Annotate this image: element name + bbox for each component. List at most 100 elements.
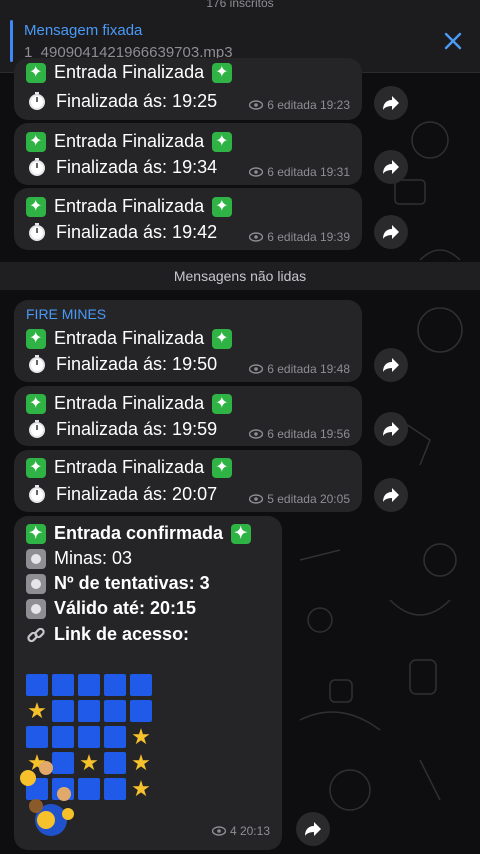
message-line-2: Finalizada ás: 19:50 (26, 353, 217, 375)
message-text: Entrada Finalizada (54, 328, 205, 348)
share-icon (383, 225, 399, 239)
message-bubble-confirmed[interactable]: Entrada confirmada Minas: 03 Nº de tenta… (14, 516, 282, 850)
mine-tile (104, 674, 126, 696)
share-icon (383, 160, 399, 174)
message-bubble[interactable]: Entrada Finalizada Finalizada ás: 20:07 … (14, 450, 362, 512)
forward-button[interactable] (374, 150, 408, 184)
message-meta: 6 editada 19:23 (249, 98, 350, 112)
message-line-2: Finalizada ás: 19:34 (26, 156, 217, 178)
message-line-1: Entrada Finalizada (26, 196, 233, 217)
views-icon (211, 826, 226, 836)
message-text: Finalizada ás: 19:25 (56, 90, 218, 111)
channel-subscribers: 176 inscritos (0, 0, 480, 10)
sparkle-icon (26, 196, 46, 217)
message-text: Minas: 03 (54, 548, 133, 568)
message-bubble[interactable]: Entrada Finalizada Finalizada ás: 19:34 … (14, 123, 362, 185)
share-icon (383, 488, 399, 502)
share-icon (383, 96, 399, 110)
sparkle-icon (212, 131, 233, 152)
message-text: Finalizada ás: 19:50 (56, 353, 218, 374)
mine-tile (52, 700, 74, 722)
stopwatch-icon (29, 485, 45, 503)
mine-tile (130, 700, 152, 722)
views-icon (249, 429, 264, 439)
message-text: Entrada Finalizada (54, 457, 205, 477)
unread-divider: Mensagens não lidas (0, 262, 480, 290)
pinned-indicator (10, 20, 13, 62)
minas-line: Minas: 03 (26, 548, 132, 569)
views-icon (249, 494, 264, 504)
message-bubble[interactable]: FIRE MINES Entrada Finalizada Finalizada… (14, 300, 362, 382)
message-line-2: Finalizada ás: 19:59 (26, 418, 217, 440)
confirmed-title-line: Entrada confirmada (26, 523, 252, 544)
message-meta: 6 editada 19:56 (249, 427, 350, 441)
message-meta: 5 editada 20:05 (249, 492, 350, 506)
pinned-title: Mensagem fixada (24, 22, 143, 39)
star-icon: ★ (131, 724, 151, 749)
views-icon (249, 364, 264, 374)
link-icon (27, 627, 45, 642)
message-meta: 6 editada 19:31 (249, 165, 350, 179)
clapping-hands-icon (20, 761, 74, 836)
message-text: Nº de tentativas: 3 (54, 573, 210, 593)
forward-button[interactable] (374, 478, 408, 512)
sparkle-icon (26, 393, 46, 414)
stopwatch-icon (29, 92, 45, 110)
mine-tile (78, 674, 100, 696)
mine-tile (104, 752, 126, 774)
message-bubble[interactable]: Entrada Finalizada Finalizada ás: 19:42 … (14, 188, 362, 250)
mine-tile (26, 674, 48, 696)
stopwatch-icon (29, 355, 45, 373)
star-icon: ★ (131, 750, 151, 775)
message-meta: 6 editada 19:39 (249, 230, 350, 244)
forward-button[interactable] (374, 215, 408, 249)
sender-name[interactable]: FIRE MINES (26, 306, 106, 322)
sparkle-icon (26, 328, 46, 349)
tentativas-line: Nº de tentativas: 3 (26, 573, 210, 594)
message-text[interactable]: Link de acesso: (54, 624, 189, 645)
message-bubble[interactable]: Entrada Finalizada Finalizada ás: 19:59 … (14, 386, 362, 446)
forward-button[interactable] (296, 812, 330, 846)
star-icon: ★ (27, 698, 47, 723)
sparkle-icon (26, 523, 46, 544)
message-text: Finalizada ás: 19:42 (56, 221, 218, 242)
message-text: Entrada Finalizada (54, 62, 205, 82)
message-text: Entrada Finalizada (54, 131, 205, 151)
message-meta: 4 20:13 (211, 824, 270, 838)
close-icon[interactable] (442, 30, 464, 52)
message-text: Finalizada ás: 19:34 (56, 156, 218, 177)
forward-button[interactable] (374, 348, 408, 382)
sparkle-icon (212, 328, 233, 349)
mine-tile (78, 726, 100, 748)
sparkle-icon (26, 62, 46, 83)
message-text: Finalizada ás: 19:59 (56, 418, 218, 439)
views-icon (249, 167, 264, 177)
sparkle-icon (212, 196, 233, 217)
stopwatch-icon (29, 223, 45, 241)
mine-tile (104, 726, 126, 748)
views-icon (249, 232, 264, 242)
message-line-2: Finalizada ás: 19:42 (26, 221, 217, 243)
message-bubble[interactable]: Entrada Finalizada Finalizada ás: 19:25 … (14, 58, 362, 120)
message-line-1: Entrada Finalizada (26, 393, 233, 414)
message-line-2: Finalizada ás: 20:07 (26, 483, 217, 505)
message-line-2: Finalizada ás: 19:25 (26, 90, 217, 112)
sparkle-icon (212, 393, 233, 414)
forward-button[interactable] (374, 86, 408, 120)
message-line-1: Entrada Finalizada (26, 131, 233, 152)
mine-tile (26, 726, 48, 748)
message-text: Entrada confirmada (54, 523, 224, 543)
share-icon (383, 358, 399, 372)
radio-button-icon (26, 598, 46, 619)
stopwatch-icon (29, 420, 45, 438)
message-text: Válido até: 20:15 (54, 598, 197, 618)
message-line-1: Entrada Finalizada (26, 457, 233, 478)
sparkle-icon (231, 523, 252, 544)
mine-tile (78, 700, 100, 722)
link-line: Link de acesso: (26, 624, 189, 645)
forward-button[interactable] (374, 412, 408, 446)
share-icon (383, 422, 399, 436)
share-icon (305, 822, 321, 836)
message-meta: 6 editada 19:48 (249, 362, 350, 376)
views-icon (249, 100, 264, 110)
